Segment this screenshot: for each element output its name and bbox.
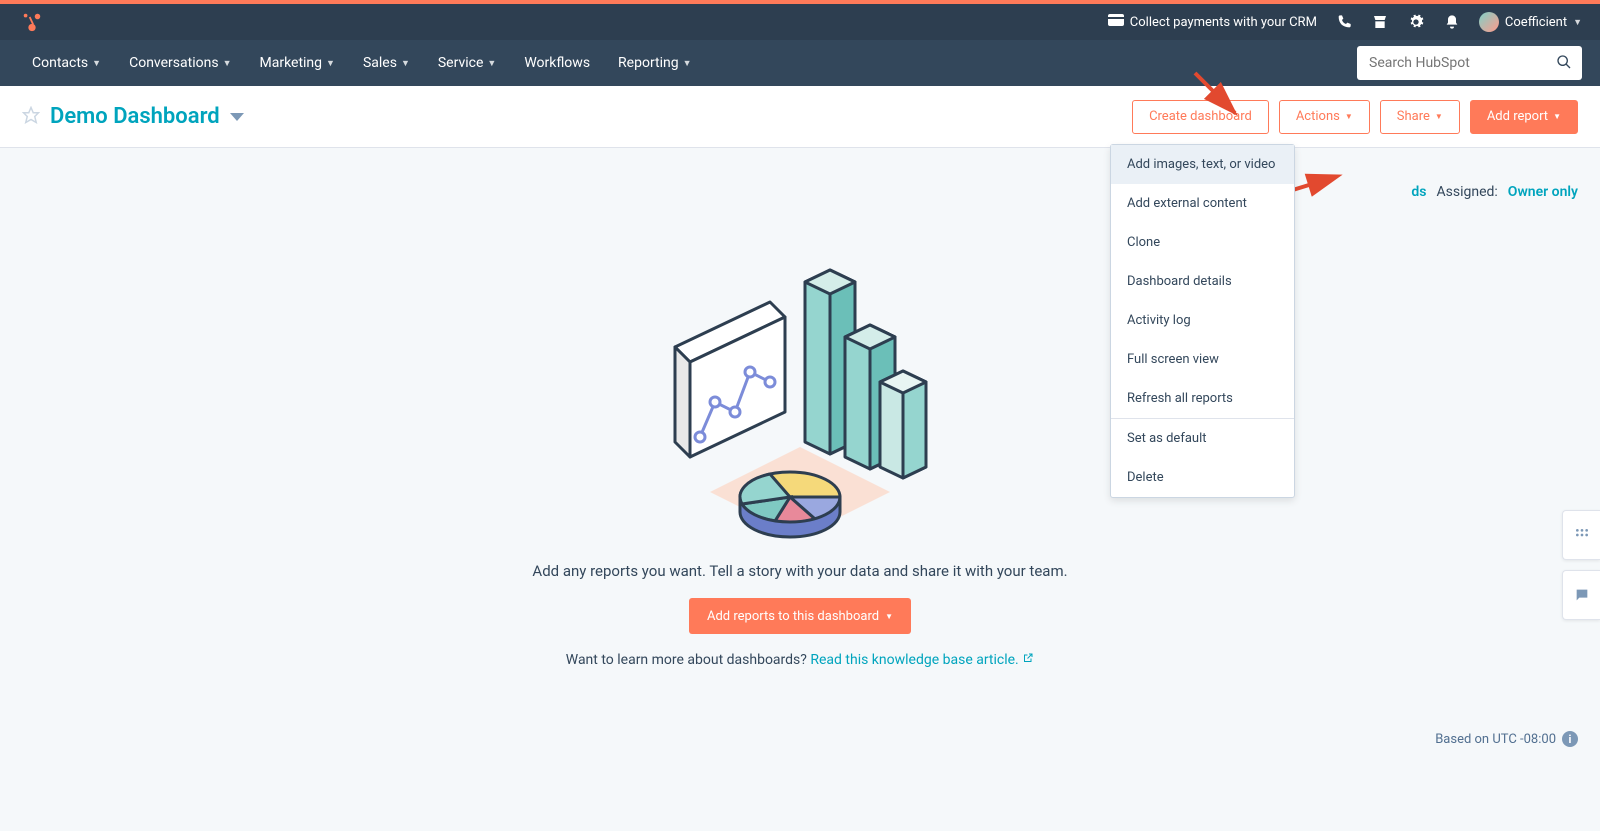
nav-contacts[interactable]: Contacts ▼ [18,55,115,71]
link-label: Read this knowledge base article. [810,652,1018,668]
chevron-down-icon: ▼ [326,58,335,69]
dropdown-label: Set as default [1127,431,1207,446]
phone-icon[interactable] [1335,13,1353,31]
page-header: Demo Dashboard Create dashboard Actions ▼… [0,86,1600,148]
avatar [1479,12,1499,32]
page-title: Demo Dashboard [50,104,220,129]
chevron-down-icon: ▼ [1345,112,1353,121]
empty-state: Add any reports you want. Tell a story w… [0,242,1600,668]
learn-prefix: Want to learn more about dashboards? [566,652,811,668]
side-tab-chat[interactable] [1562,570,1600,620]
share-button[interactable]: Share ▼ [1380,100,1460,134]
dropdown-label: Clone [1127,235,1160,250]
dropdown-item-fullscreen[interactable]: Full screen view [1111,340,1294,379]
assigned-label: Assigned: [1437,184,1498,200]
button-label: Share [1397,109,1430,124]
button-label: Add report [1487,109,1548,124]
assigned-value-link[interactable]: Owner only [1508,184,1578,200]
external-link-icon [1022,652,1034,668]
star-icon[interactable] [22,106,40,128]
nav-service[interactable]: Service▼ [424,55,510,71]
chevron-down-icon: ▼ [487,58,496,69]
button-label: Actions [1296,109,1340,124]
dropdown-item-details[interactable]: Dashboard details [1111,262,1294,301]
account-menu[interactable]: Coefficient ▼ [1479,12,1582,32]
nav-label: Marketing [259,55,322,71]
search-icon[interactable] [1556,54,1572,74]
bell-icon[interactable] [1443,13,1461,31]
dashboards-link[interactable]: ds [1411,184,1426,200]
hubspot-logo-icon[interactable] [18,8,46,36]
chevron-down-icon: ▼ [1435,112,1443,121]
chevron-down-icon: ▼ [1573,17,1582,28]
nav-label: Service [438,55,484,71]
chevron-down-icon: ▼ [223,58,232,69]
dropdown-item-clone[interactable]: Clone [1111,223,1294,262]
chevron-down-icon: ▼ [683,58,692,69]
dropdown-item-default[interactable]: Set as default [1111,419,1294,458]
search-input[interactable] [1357,46,1582,80]
side-tab-apps[interactable] [1562,510,1600,560]
chevron-down-icon: ▼ [1553,112,1561,121]
nav-marketing[interactable]: Marketing ▼ [245,55,348,71]
add-reports-button[interactable]: Add reports to this dashboard ▼ [689,598,911,634]
dashboard-illustration-icon [655,242,945,542]
empty-text: Add any reports you want. Tell a story w… [532,562,1067,580]
dropdown-label: Refresh all reports [1127,391,1233,406]
chevron-down-icon: ▼ [401,58,410,69]
dropdown-label: Add external content [1127,196,1247,211]
nav-workflows[interactable]: Workflows [510,55,604,71]
collect-payments-label: Collect payments with your CRM [1130,15,1317,30]
dropdown-item-add-external[interactable]: Add external content [1111,184,1294,223]
learn-more-text: Want to learn more about dashboards? Rea… [566,652,1034,668]
timezone-footer: Based on UTC -08:00 i [1435,731,1578,747]
navbar: Contacts ▼ Conversations ▼ Marketing ▼ Sale… [0,40,1600,86]
card-icon [1108,14,1124,30]
topbar: Collect payments with your CRM Coefficie… [0,0,1600,40]
dropdown-label: Full screen view [1127,352,1219,367]
dropdown-label: Activity log [1127,313,1191,328]
button-label: Add reports to this dashboard [707,609,879,624]
add-report-button[interactable]: Add report ▼ [1470,100,1578,134]
gear-icon[interactable] [1407,13,1425,31]
chevron-down-icon: ▼ [885,612,893,621]
chevron-down-icon [230,113,244,121]
nav-label: Reporting [618,55,679,71]
info-icon[interactable]: i [1562,731,1578,747]
nav-conversations[interactable]: Conversations ▼ [115,55,245,71]
marketplace-icon[interactable] [1371,13,1389,31]
assigned-row: ds Assigned: Owner only [1411,184,1578,200]
dropdown-item-delete[interactable]: Delete [1111,458,1294,497]
nav-label: Contacts [32,55,88,71]
dropdown-label: Delete [1127,470,1164,485]
timezone-text: Based on UTC -08:00 [1435,732,1556,747]
nav-label: Workflows [524,55,590,71]
collect-payments-link[interactable]: Collect payments with your CRM [1108,14,1317,30]
nav-label: Sales [363,55,397,71]
dashboard-title-selector[interactable]: Demo Dashboard [50,104,244,129]
knowledge-base-link[interactable]: Read this knowledge base article. [810,652,1018,668]
account-name: Coefficient [1505,15,1567,30]
dropdown-item-refresh[interactable]: Refresh all reports [1111,379,1294,418]
nav-sales[interactable]: Sales ▼ [349,55,424,71]
chevron-down-icon: ▼ [92,58,101,69]
create-dashboard-button[interactable]: Create dashboard [1132,100,1269,134]
dropdown-item-add-images[interactable]: Add images, text, or video [1111,145,1294,184]
side-tabs [1562,510,1600,620]
actions-button[interactable]: Actions ▼ [1279,100,1370,134]
nav-reporting[interactable]: Reporting ▼ [604,55,705,71]
nav-label: Conversations [129,55,218,71]
dropdown-label: Add images, text, or video [1127,157,1275,172]
dropdown-label: Dashboard details [1127,274,1232,289]
actions-dropdown: Add images, text, or video Add external … [1110,144,1295,498]
button-label: Create dashboard [1149,109,1252,124]
dropdown-item-activity[interactable]: Activity log [1111,301,1294,340]
